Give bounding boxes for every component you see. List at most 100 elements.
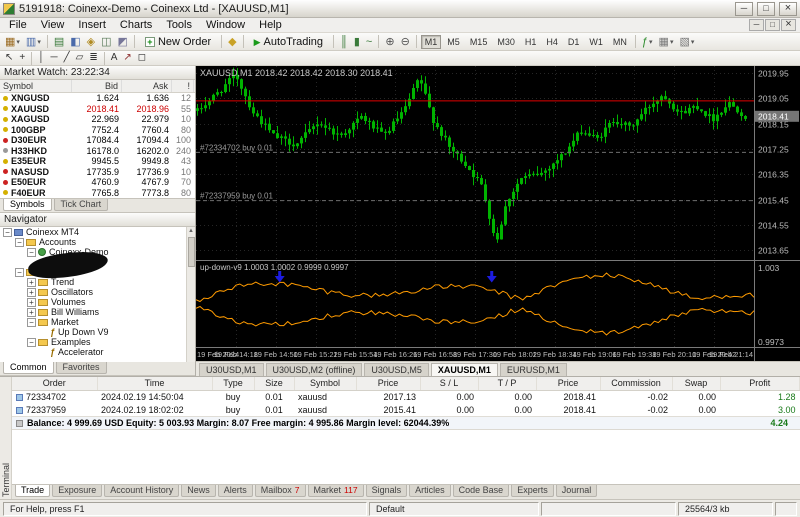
timeframe-m30[interactable]: M30 (493, 35, 519, 49)
terminal-button[interactable]: ◫ (98, 34, 114, 50)
horizontal-line-button[interactable]: ─ (47, 50, 60, 66)
market-watch-button[interactable]: ▤ (51, 34, 67, 50)
shapes-button[interactable]: ◻ (135, 50, 149, 66)
timeframe-d1[interactable]: D1 (564, 35, 584, 49)
market-watch-row-h33hkd[interactable]: H33HKD16178.016202.0240 (0, 146, 195, 157)
tab-exposure[interactable]: Exposure (52, 485, 102, 497)
collapse-icon[interactable]: − (27, 318, 36, 327)
menu-help[interactable]: Help (252, 18, 289, 32)
market-watch-row-xagusd[interactable]: XAGUSD22.96922.97910 (0, 114, 195, 125)
tree-item-coinexx-mt4[interactable]: −Coinexx MT4 (0, 227, 195, 237)
orders-column-symbol[interactable]: Symbol (294, 377, 356, 390)
tab-signals[interactable]: Signals (366, 485, 408, 497)
market-watch-row-xngusd[interactable]: XNGUSD1.6241.63612 (0, 93, 195, 104)
vertical-line-button[interactable]: │ (35, 50, 47, 66)
tree-item-volumes[interactable]: +Volumes (0, 297, 195, 307)
navigator-button[interactable]: ◈ (84, 34, 98, 50)
market-watch-row-xauusd[interactable]: XAUUSD2018.412018.9655 (0, 104, 195, 115)
tree-item-bill-williams[interactable]: +Bill Williams (0, 307, 195, 317)
strategy-tester-button[interactable]: ◩ (115, 34, 131, 50)
market-watch-row-d30eur[interactable]: D30EUR17084.417094.4100 (0, 135, 195, 146)
collapse-icon[interactable]: − (3, 228, 12, 237)
timeframe-h4[interactable]: H4 (542, 35, 562, 49)
market-watch-row-f40eur[interactable]: F40EUR7765.87773.880 (0, 188, 195, 199)
maximize-button[interactable] (757, 2, 775, 16)
menu-window[interactable]: Window (199, 18, 252, 32)
zoom-out-button[interactable]: ⊖ (398, 34, 413, 50)
collapse-icon[interactable]: − (27, 248, 36, 257)
orders-column-type[interactable]: Type (212, 377, 254, 390)
market-watch-column-ask[interactable]: Ask (122, 80, 172, 92)
metaeditor-button[interactable]: ◆ (225, 34, 239, 50)
orders-column-s-l[interactable]: S / L (420, 377, 478, 390)
market-watch-column-[interactable]: ! (172, 80, 194, 92)
text-button[interactable]: A (108, 50, 121, 66)
tab-market[interactable]: Market117 (308, 485, 364, 497)
tab-alerts[interactable]: Alerts (218, 485, 253, 497)
tab-mailbox[interactable]: Mailbox7 (255, 485, 306, 497)
market-watch-column-symbol[interactable]: Symbol (0, 80, 72, 92)
new-order-button[interactable]: New Order (138, 34, 218, 50)
profiles-button[interactable]: ▥▾ (23, 34, 44, 50)
menu-file[interactable]: File (2, 18, 34, 32)
tab-eurusd-m1[interactable]: EURUSD,M1 (500, 363, 567, 376)
tab-u30usd-m1[interactable]: U30USD,M1 (199, 363, 264, 376)
menu-charts[interactable]: Charts (113, 18, 159, 32)
tab-xauusd-m1[interactable]: XAUUSD,M1 (431, 363, 498, 376)
order-row-72337959[interactable]: 723379592024.02.19 18:02:02buy0.01xauusd… (12, 403, 800, 416)
templates-button[interactable]: ▧▾ (676, 34, 697, 50)
market-watch-row-e35eur[interactable]: E35EUR9945.59949.843 (0, 156, 195, 167)
cursor-button[interactable]: ↖ (2, 50, 16, 66)
orders-column-size[interactable]: Size (254, 377, 294, 390)
collapse-icon[interactable]: − (15, 268, 24, 277)
tab-articles[interactable]: Articles (409, 485, 451, 497)
orders-column-profit[interactable]: Profit (720, 377, 800, 390)
chart-canvas[interactable]: 2019.952019.052018.152017.252016.352015.… (196, 66, 800, 361)
tab-trade[interactable]: Trade (15, 485, 50, 497)
bars-chart-button[interactable]: ║ (337, 34, 351, 50)
tab-account-history[interactable]: Account History (104, 485, 179, 497)
expand-icon[interactable]: + (27, 308, 36, 317)
tab-u30usd-m5[interactable]: U30USD,M5 (364, 363, 429, 376)
orders-column-price[interactable]: Price (536, 377, 600, 390)
timeframe-m1[interactable]: M1 (421, 35, 442, 49)
channel-button[interactable]: ▱ (73, 50, 87, 66)
navigator-scrollbar[interactable]: ▲ (186, 227, 195, 362)
orders-column-time[interactable]: Time (97, 377, 212, 390)
data-window-button[interactable]: ◧ (67, 34, 83, 50)
tab-experts[interactable]: Experts (511, 485, 554, 497)
arrows-button[interactable]: ↗ (120, 50, 134, 66)
menu-view[interactable]: View (34, 18, 72, 32)
tree-item-accounts[interactable]: −Accounts (0, 237, 195, 247)
tab-code-base[interactable]: Code Base (453, 485, 510, 497)
collapse-icon[interactable]: − (15, 238, 24, 247)
new-chart-button[interactable]: ▦▾ (2, 34, 23, 50)
expand-icon[interactable]: + (27, 288, 36, 297)
status-profile[interactable]: Default (369, 502, 539, 516)
order-row-72334702[interactable]: 723347022024.02.19 14:50:04buy0.01xauusd… (12, 390, 800, 403)
collapse-icon[interactable]: − (27, 338, 36, 347)
tab-symbols[interactable]: Symbols (3, 199, 52, 211)
minimize-button[interactable] (735, 2, 753, 16)
orders-column-price[interactable]: Price (356, 377, 420, 390)
menu-tools[interactable]: Tools (159, 18, 199, 32)
crosshair-button[interactable]: + (16, 50, 28, 66)
candles-chart-button[interactable]: ▮ (351, 34, 363, 50)
timeframe-mn[interactable]: MN (609, 35, 631, 49)
tree-item-oscillators[interactable]: +Oscillators (0, 287, 195, 297)
timeframe-m5[interactable]: M5 (443, 35, 464, 49)
timeframe-h1[interactable]: H1 (521, 35, 541, 49)
orders-column-swap[interactable]: Swap (672, 377, 720, 390)
trendline-button[interactable]: ╱ (61, 50, 73, 66)
price-chart-svg[interactable]: 2019.952019.052018.152017.252016.352015.… (196, 66, 800, 361)
scroll-up-icon[interactable]: ▲ (188, 227, 194, 235)
tree-item-accelerator[interactable]: ƒAccelerator (0, 347, 195, 357)
orders-column-order[interactable]: Order (12, 377, 97, 390)
mdi-close-button[interactable] (781, 19, 796, 31)
close-button[interactable] (779, 2, 797, 16)
tree-item-market[interactable]: −Market (0, 317, 195, 327)
scrollbar-thumb[interactable] (188, 237, 195, 267)
menu-insert[interactable]: Insert (71, 18, 113, 32)
balance-row[interactable]: Balance: 4 999.69 USD Equity: 5 003.93 M… (12, 416, 800, 430)
navigator-header[interactable]: Navigator (0, 213, 195, 227)
